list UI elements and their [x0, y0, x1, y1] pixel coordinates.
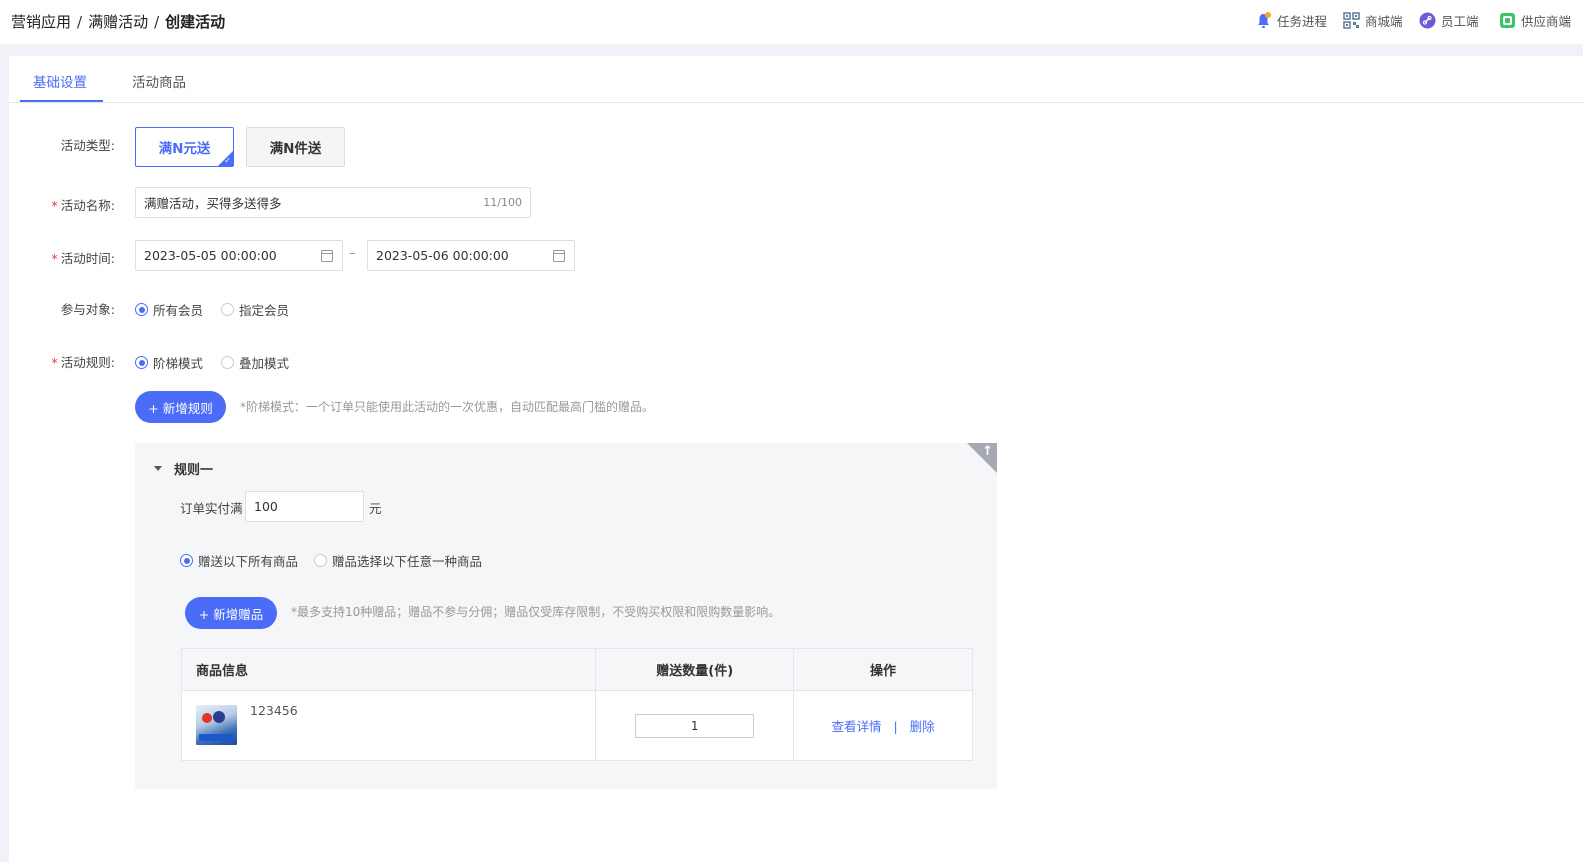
table-row: 123456 1 查看详情 | 删除 [180, 690, 973, 761]
required-mark: * [51, 198, 58, 213]
add-rule-button[interactable]: + 新增规则 [135, 391, 226, 423]
type-option-count[interactable]: 满N件送 [246, 127, 345, 167]
breadcrumb-separator: / [77, 13, 83, 31]
arrow-up-icon: ↑ [982, 444, 993, 459]
start-time-value: 2023-05-05 00:00:00 [144, 248, 277, 263]
start-time-input[interactable]: 2023-05-05 00:00:00 [135, 240, 343, 271]
supplier-link[interactable]: 供应商端 [1499, 11, 1571, 30]
threshold-value: 100 [254, 499, 278, 514]
supplier-icon [1499, 12, 1516, 29]
tab-bar: 基础设置 活动商品 [9, 56, 1583, 103]
mall-label: 商城端 [1365, 14, 1403, 29]
end-time-value: 2023-05-06 00:00:00 [376, 248, 509, 263]
rule-stacked-radio[interactable]: 叠加模式 [221, 353, 289, 372]
rule-tiered-radio[interactable]: 阶梯模式 [135, 353, 203, 372]
task-progress-label: 任务进程 [1277, 14, 1328, 29]
radio-dot [221, 303, 234, 316]
type-option-amount-label: 满N元送 [158, 141, 211, 157]
rule-title[interactable]: 规则一 [154, 459, 213, 478]
gift-any-one-radio[interactable]: 赠品选择以下任意一种商品 [314, 551, 482, 570]
caret-down-icon [154, 466, 162, 471]
target-all-members-radio[interactable]: 所有会员 [135, 300, 203, 319]
breadcrumb: 营销应用 / 满赠活动 / 创建活动 [11, 11, 225, 32]
check-icon: ✓ [224, 156, 231, 165]
unit-label: 元 [369, 501, 382, 516]
activity-name-value: 满赠活动，买得多送得多 [144, 196, 282, 211]
gift-table: 商品信息 赠送数量(件) 操作 123456 1 查看详情 | 删除 [180, 648, 973, 761]
staff-link[interactable]: 员工端 [1419, 11, 1479, 30]
name-label: * 活动名称: [51, 198, 115, 213]
breadcrumb-separator: / [154, 13, 160, 31]
delete-link[interactable]: 删除 [910, 719, 935, 734]
char-counter: 11/100 [483, 196, 522, 209]
calendar-icon [553, 250, 565, 262]
tab-basic-settings[interactable]: 基础设置 [33, 71, 87, 91]
link-icon [1419, 12, 1436, 29]
top-header: 营销应用 / 满赠活动 / 创建活动 任务进程 商城端 员工端 供应商端 [0, 0, 1583, 44]
bell-icon [1255, 12, 1272, 29]
threshold-label: 订单实付满 [180, 501, 243, 516]
add-gift-button[interactable]: + 新增赠品 [185, 597, 277, 629]
tab-activity-products[interactable]: 活动商品 [132, 71, 186, 91]
tab-active-indicator [20, 100, 103, 102]
radio-dot [180, 554, 193, 567]
product-name: 123456 [250, 703, 298, 718]
product-cell: 123456 [180, 690, 597, 761]
radio-dot [135, 356, 148, 369]
breadcrumb-item-gift-activity[interactable]: 满赠活动 [88, 13, 148, 31]
quantity-cell: 1 [595, 690, 795, 761]
rule-label: * 活动规则: [51, 355, 115, 370]
target-specified-members-radio[interactable]: 指定会员 [221, 300, 289, 319]
radio-dot [314, 554, 327, 567]
radio-dot [135, 303, 148, 316]
mall-link[interactable]: 商城端 [1343, 11, 1403, 30]
action-separator: | [893, 719, 898, 734]
gift-all-radio[interactable]: 赠送以下所有商品 [180, 551, 298, 570]
column-header-product: 商品信息 [180, 648, 597, 691]
type-label: 活动类型: [60, 138, 115, 153]
target-label: 参与对象: [60, 302, 115, 317]
view-details-link[interactable]: 查看详情 [831, 719, 881, 734]
type-option-amount[interactable]: 满N元送 ✓ [135, 127, 234, 167]
radio-dot [221, 356, 234, 369]
gift-hint: *最多支持10种赠品；赠品不参与分佣；赠品仅受库存限制，不受购买权限和限购数量影… [291, 605, 781, 619]
quantity-input[interactable]: 1 [635, 713, 755, 738]
threshold-input[interactable]: 100 [245, 491, 364, 522]
supplier-label: 供应商端 [1521, 14, 1572, 29]
main-card: 基础设置 活动商品 活动类型: 满N元送 ✓ 满N件送 * 活动名称: 满赠活动，… [9, 56, 1583, 862]
product-thumbnail[interactable] [196, 705, 237, 745]
staff-label: 员工端 [1441, 14, 1479, 29]
rule-panel: ↑ 规则一 订单实付满 100 元 赠送以下所有商品 赠品选择以下任意一种商品 … [135, 443, 997, 789]
column-header-quantity: 赠送数量(件) [595, 648, 795, 691]
rule-title-text: 规则一 [174, 463, 214, 478]
actions-cell: 查看详情 | 删除 [793, 690, 973, 761]
column-header-actions: 操作 [793, 648, 973, 691]
required-mark: * [51, 251, 58, 266]
end-time-input[interactable]: 2023-05-06 00:00:00 [367, 240, 575, 271]
calendar-icon [321, 250, 333, 262]
type-option-count-label: 满N件送 [269, 141, 322, 157]
breadcrumb-item-create: 创建活动 [165, 13, 226, 31]
qrcode-icon [1343, 12, 1360, 29]
rule-hint: *阶梯模式：一个订单只能使用此活动的一次优惠，自动匹配最高门槛的赠品。 [240, 400, 655, 414]
breadcrumb-item-marketing[interactable]: 营销应用 [11, 13, 71, 31]
time-label: * 活动时间: [51, 251, 115, 266]
task-progress-link[interactable]: 任务进程 [1255, 11, 1327, 30]
required-mark: * [51, 355, 58, 370]
range-separator: – [349, 246, 356, 261]
activity-name-input[interactable]: 满赠活动，买得多送得多 11/100 [135, 187, 531, 218]
